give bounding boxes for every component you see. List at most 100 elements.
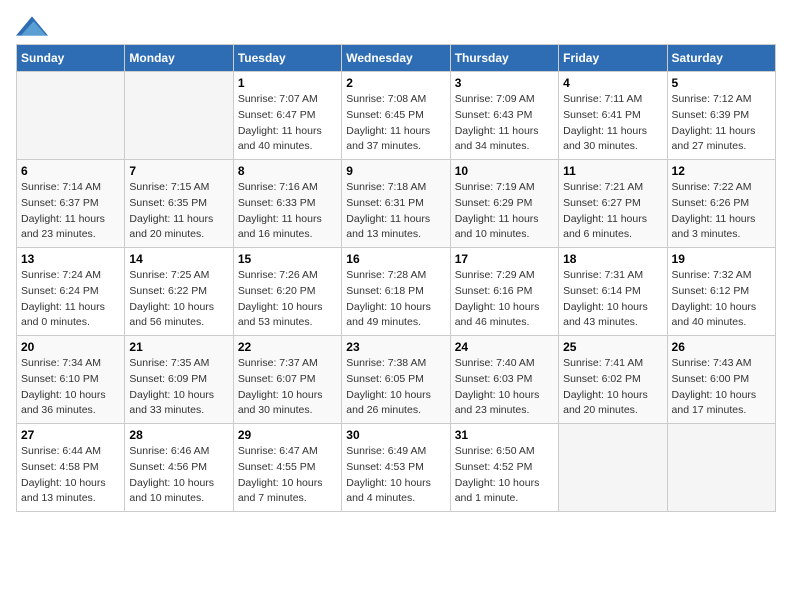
- day-header-monday: Monday: [125, 45, 233, 72]
- day-info: Sunrise: 7:43 AMSunset: 6:00 PMDaylight:…: [672, 356, 771, 419]
- day-info: Sunrise: 7:38 AMSunset: 6:05 PMDaylight:…: [346, 356, 445, 419]
- day-info: Sunrise: 7:25 AMSunset: 6:22 PMDaylight:…: [129, 268, 228, 331]
- calendar-cell: 17Sunrise: 7:29 AMSunset: 6:16 PMDayligh…: [450, 248, 558, 336]
- day-header-friday: Friday: [559, 45, 667, 72]
- day-number: 18: [563, 252, 662, 266]
- day-number: 25: [563, 340, 662, 354]
- calendar-week-row: 20Sunrise: 7:34 AMSunset: 6:10 PMDayligh…: [17, 336, 776, 424]
- calendar-cell: 29 Sunrise: 6:47 AMSunset: 4:55 PMDayligh…: [233, 424, 341, 512]
- calendar-cell: 31 Sunrise: 6:50 AMSunset: 4:52 PMDayligh…: [450, 424, 558, 512]
- day-number: 7: [129, 164, 228, 178]
- calendar-week-row: 6Sunrise: 7:14 AMSunset: 6:37 PMDaylight…: [17, 160, 776, 248]
- day-number: 3: [455, 76, 554, 90]
- day-info: Sunrise: 7:35 AMSunset: 6:09 PMDaylight:…: [129, 356, 228, 419]
- calendar-cell: 2 Sunrise: 7:08 AMSunset: 6:45 PMDaylight…: [342, 72, 450, 160]
- calendar-cell: 14 Sunrise: 7:25 AMSunset: 6:22 PMDayligh…: [125, 248, 233, 336]
- calendar-cell: 13 Sunrise: 7:24 AMSunset: 6:24 PMDayligh…: [17, 248, 125, 336]
- calendar-cell: 9 Sunrise: 7:18 AMSunset: 6:31 PMDaylight…: [342, 160, 450, 248]
- calendar-cell: 27Sunrise: 6:44 AMSunset: 4:58 PMDayligh…: [17, 424, 125, 512]
- day-number: 6: [21, 164, 120, 178]
- day-info: Sunrise: 7:12 AMSunset: 6:39 PMDaylight:…: [672, 92, 771, 155]
- calendar-table: SundayMondayTuesdayWednesdayThursdayFrid…: [16, 44, 776, 512]
- calendar-cell: [17, 72, 125, 160]
- day-info: Sunrise: 7:32 AMSunset: 6:12 PMDaylight:…: [672, 268, 771, 331]
- calendar-cell: 16 Sunrise: 7:28 AMSunset: 6:18 PMDayligh…: [342, 248, 450, 336]
- day-info: Sunrise: 6:46 AMSunset: 4:56 PMDaylight:…: [129, 444, 228, 507]
- day-number: 16: [346, 252, 445, 266]
- day-info: Sunrise: 7:40 AMSunset: 6:03 PMDaylight:…: [455, 356, 554, 419]
- day-number: 30: [346, 428, 445, 442]
- day-info: Sunrise: 7:09 AMSunset: 6:43 PMDaylight:…: [455, 92, 554, 155]
- day-number: 2: [346, 76, 445, 90]
- day-info: Sunrise: 7:21 AMSunset: 6:27 PMDaylight:…: [563, 180, 662, 243]
- calendar-cell: 6Sunrise: 7:14 AMSunset: 6:37 PMDaylight…: [17, 160, 125, 248]
- day-header-saturday: Saturday: [667, 45, 775, 72]
- day-number: 11: [563, 164, 662, 178]
- day-number: 1: [238, 76, 337, 90]
- calendar-cell: 21 Sunrise: 7:35 AMSunset: 6:09 PMDayligh…: [125, 336, 233, 424]
- day-info: Sunrise: 6:47 AMSunset: 4:55 PMDaylight:…: [238, 444, 337, 507]
- day-info: Sunrise: 7:28 AMSunset: 6:18 PMDaylight:…: [346, 268, 445, 331]
- calendar-header-row: SundayMondayTuesdayWednesdayThursdayFrid…: [17, 45, 776, 72]
- day-info: Sunrise: 7:16 AMSunset: 6:33 PMDaylight:…: [238, 180, 337, 243]
- calendar-cell: 1 Sunrise: 7:07 AMSunset: 6:47 PMDaylight…: [233, 72, 341, 160]
- day-info: Sunrise: 7:41 AMSunset: 6:02 PMDaylight:…: [563, 356, 662, 419]
- day-number: 23: [346, 340, 445, 354]
- calendar-cell: 20Sunrise: 7:34 AMSunset: 6:10 PMDayligh…: [17, 336, 125, 424]
- logo: [16, 16, 50, 32]
- calendar-cell: [559, 424, 667, 512]
- day-number: 8: [238, 164, 337, 178]
- calendar-week-row: 13 Sunrise: 7:24 AMSunset: 6:24 PMDayligh…: [17, 248, 776, 336]
- day-number: 28: [129, 428, 228, 442]
- day-header-tuesday: Tuesday: [233, 45, 341, 72]
- day-info: Sunrise: 7:22 AMSunset: 6:26 PMDaylight:…: [672, 180, 771, 243]
- day-number: 31: [455, 428, 554, 442]
- day-number: 27: [21, 428, 120, 442]
- day-header-thursday: Thursday: [450, 45, 558, 72]
- day-info: Sunrise: 7:08 AMSunset: 6:45 PMDaylight:…: [346, 92, 445, 155]
- day-info: Sunrise: 6:50 AMSunset: 4:52 PMDaylight:…: [455, 444, 554, 507]
- calendar-cell: 24 Sunrise: 7:40 AMSunset: 6:03 PMDayligh…: [450, 336, 558, 424]
- calendar-cell: 18 Sunrise: 7:31 AMSunset: 6:14 PMDayligh…: [559, 248, 667, 336]
- day-number: 14: [129, 252, 228, 266]
- day-number: 29: [238, 428, 337, 442]
- day-number: 17: [455, 252, 554, 266]
- day-info: Sunrise: 7:18 AMSunset: 6:31 PMDaylight:…: [346, 180, 445, 243]
- day-number: 5: [672, 76, 771, 90]
- day-number: 10: [455, 164, 554, 178]
- day-number: 9: [346, 164, 445, 178]
- calendar-week-row: 1 Sunrise: 7:07 AMSunset: 6:47 PMDaylight…: [17, 72, 776, 160]
- calendar-cell: 19Sunrise: 7:32 AMSunset: 6:12 PMDayligh…: [667, 248, 775, 336]
- calendar-cell: 23 Sunrise: 7:38 AMSunset: 6:05 PMDayligh…: [342, 336, 450, 424]
- calendar-cell: 12 Sunrise: 7:22 AMSunset: 6:26 PMDayligh…: [667, 160, 775, 248]
- day-number: 13: [21, 252, 120, 266]
- day-info: Sunrise: 7:24 AMSunset: 6:24 PMDaylight:…: [21, 268, 120, 331]
- day-header-sunday: Sunday: [17, 45, 125, 72]
- calendar-cell: 15 Sunrise: 7:26 AMSunset: 6:20 PMDayligh…: [233, 248, 341, 336]
- day-info: Sunrise: 7:15 AMSunset: 6:35 PMDaylight:…: [129, 180, 228, 243]
- calendar-week-row: 27Sunrise: 6:44 AMSunset: 4:58 PMDayligh…: [17, 424, 776, 512]
- calendar-cell: 11 Sunrise: 7:21 AMSunset: 6:27 PMDayligh…: [559, 160, 667, 248]
- day-info: Sunrise: 7:37 AMSunset: 6:07 PMDaylight:…: [238, 356, 337, 419]
- day-info: Sunrise: 7:31 AMSunset: 6:14 PMDaylight:…: [563, 268, 662, 331]
- calendar-cell: 8 Sunrise: 7:16 AMSunset: 6:33 PMDaylight…: [233, 160, 341, 248]
- day-info: Sunrise: 7:26 AMSunset: 6:20 PMDaylight:…: [238, 268, 337, 331]
- page-header: [16, 16, 776, 32]
- day-info: Sunrise: 7:11 AMSunset: 6:41 PMDaylight:…: [563, 92, 662, 155]
- day-number: 20: [21, 340, 120, 354]
- calendar-cell: [125, 72, 233, 160]
- day-number: 15: [238, 252, 337, 266]
- calendar-cell: 25 Sunrise: 7:41 AMSunset: 6:02 PMDayligh…: [559, 336, 667, 424]
- calendar-cell: 7 Sunrise: 7:15 AMSunset: 6:35 PMDaylight…: [125, 160, 233, 248]
- day-number: 21: [129, 340, 228, 354]
- calendar-cell: 30 Sunrise: 6:49 AMSunset: 4:53 PMDayligh…: [342, 424, 450, 512]
- day-number: 24: [455, 340, 554, 354]
- calendar-cell: 26Sunrise: 7:43 AMSunset: 6:00 PMDayligh…: [667, 336, 775, 424]
- day-number: 12: [672, 164, 771, 178]
- calendar-cell: 22Sunrise: 7:37 AMSunset: 6:07 PMDayligh…: [233, 336, 341, 424]
- day-number: 4: [563, 76, 662, 90]
- calendar-cell: [667, 424, 775, 512]
- day-info: Sunrise: 6:49 AMSunset: 4:53 PMDaylight:…: [346, 444, 445, 507]
- day-info: Sunrise: 7:19 AMSunset: 6:29 PMDaylight:…: [455, 180, 554, 243]
- day-info: Sunrise: 7:07 AMSunset: 6:47 PMDaylight:…: [238, 92, 337, 155]
